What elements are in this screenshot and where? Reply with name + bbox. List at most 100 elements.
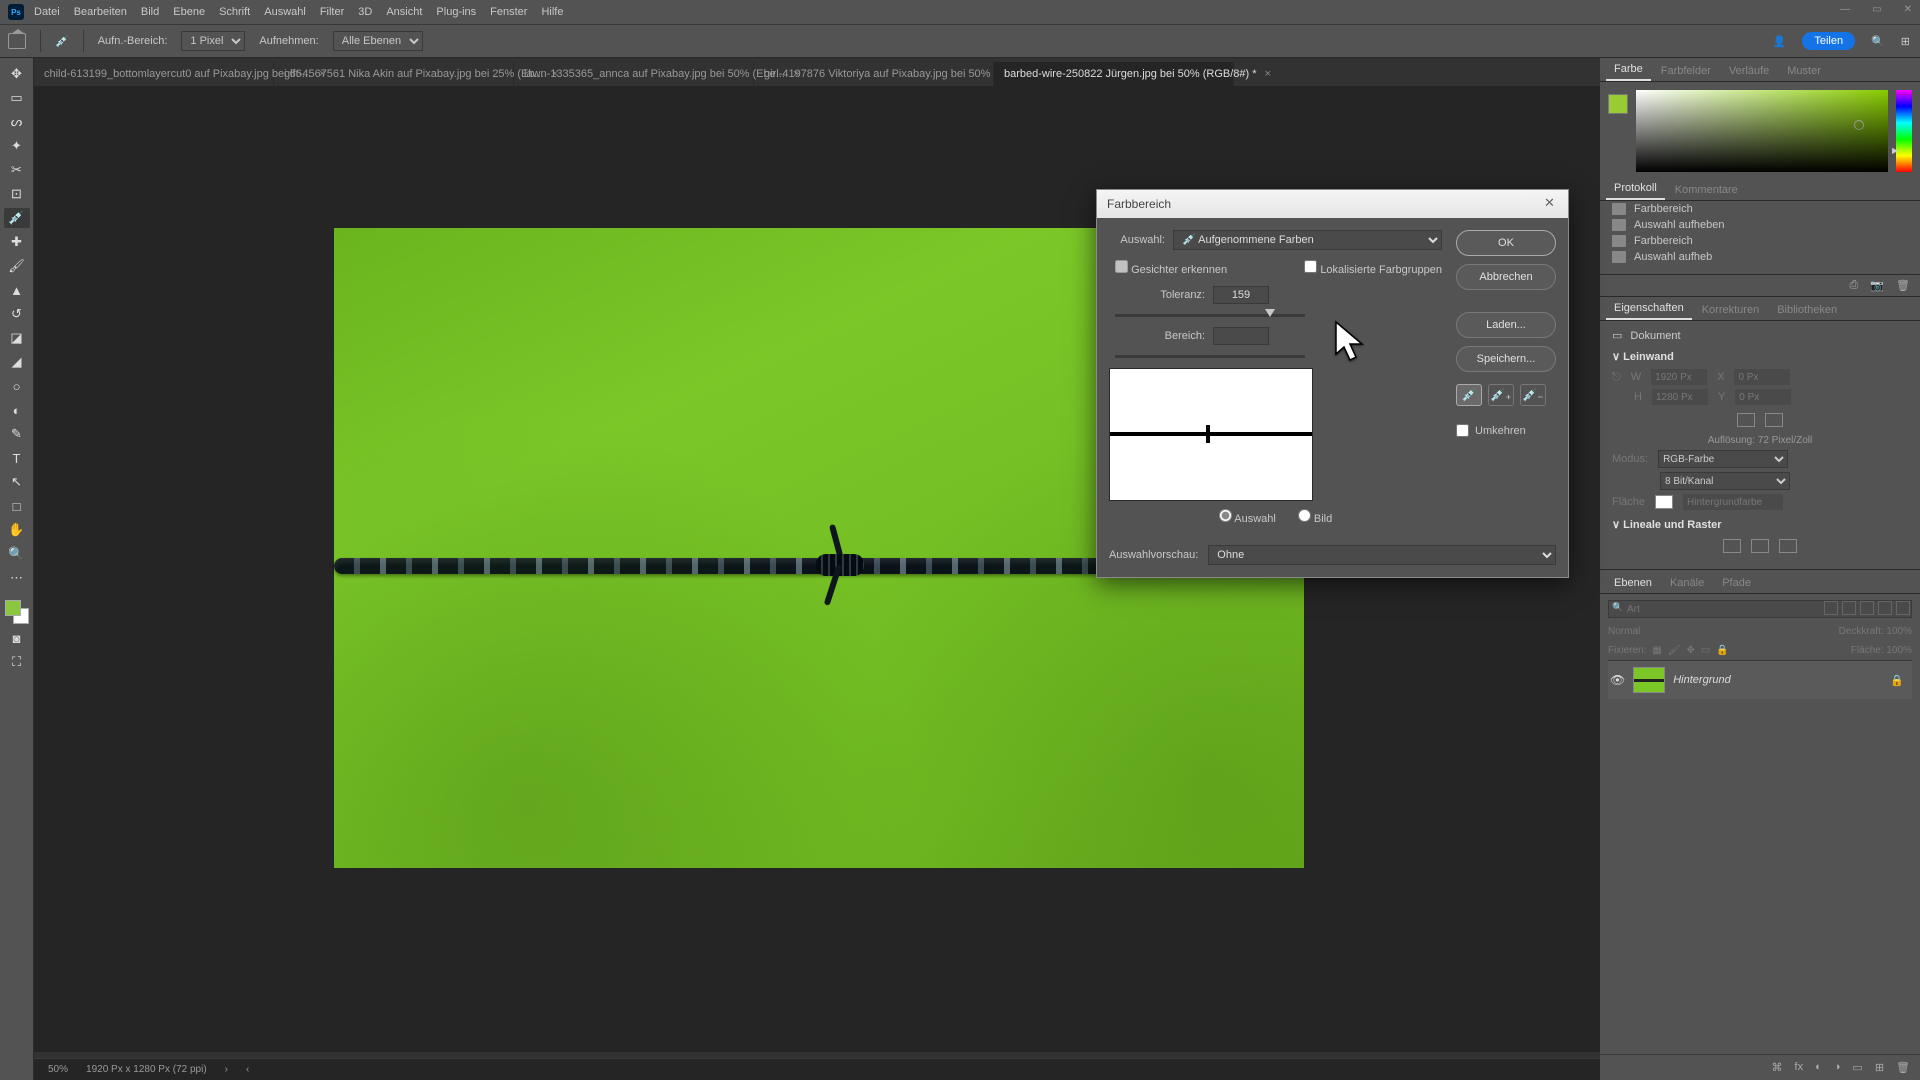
color-field[interactable] — [1636, 90, 1888, 172]
blur-tool[interactable]: ○ — [4, 376, 30, 396]
tab-comments[interactable]: Kommentare — [1667, 180, 1746, 200]
link-icon[interactable]: ⎋ — [1612, 371, 1621, 384]
folder-icon[interactable]: ▭ — [1852, 1061, 1862, 1074]
home-icon[interactable] — [8, 33, 26, 49]
history-item[interactable]: Auswahl aufheb — [1600, 249, 1920, 265]
window-minimize-icon[interactable]: — — [1840, 4, 1850, 15]
edit-toolbar[interactable]: ⋯ — [4, 568, 30, 588]
tolerance-input[interactable] — [1213, 286, 1269, 304]
section-rulers[interactable]: ∨ Lineale und Raster — [1612, 518, 1908, 531]
close-icon[interactable]: ✕ — [1544, 195, 1560, 211]
dialog-titlebar[interactable]: Farbbereich ✕ — [1097, 190, 1568, 218]
window-close-icon[interactable]: ✕ — [1904, 4, 1912, 15]
select-method-dropdown[interactable]: 💉 Aufgenommene Farben — [1173, 230, 1442, 250]
text-tool[interactable]: T — [4, 448, 30, 468]
blend-mode[interactable]: Normal — [1608, 626, 1640, 637]
new-layer-icon[interactable]: ⊞ — [1875, 1061, 1884, 1074]
history-item[interactable]: Farbbereich — [1600, 201, 1920, 217]
screen-mode-tool[interactable]: ⛶ — [4, 652, 30, 672]
tab-paths[interactable]: Pfade — [1714, 573, 1759, 593]
workspace-icon[interactable]: ⊞ — [1901, 35, 1910, 48]
tab-swatches[interactable]: Farbfelder — [1653, 61, 1719, 81]
document-tab[interactable]: lawn-1335365_annca auf Pixabay.jpg bei 5… — [514, 62, 754, 86]
fill-value[interactable]: 100% — [1886, 645, 1912, 656]
eraser-tool[interactable]: ◪ — [4, 328, 30, 348]
fx-icon[interactable]: fx — [1795, 1061, 1804, 1074]
layer-thumbnail[interactable] — [1633, 667, 1665, 693]
width-input[interactable] — [1651, 369, 1707, 385]
tab-patterns[interactable]: Muster — [1779, 61, 1829, 81]
eyedropper-add-icon[interactable]: 💉₊ — [1488, 384, 1514, 406]
eyedropper-icon[interactable]: 💉 — [1456, 384, 1482, 406]
close-icon[interactable]: × — [1265, 68, 1271, 80]
layer-name[interactable]: Hintergrund — [1673, 674, 1730, 686]
path-select-tool[interactable]: ↖ — [4, 472, 30, 492]
mode-select[interactable]: RGB-Farbe — [1658, 450, 1788, 468]
filter-icon[interactable] — [1896, 601, 1910, 615]
menu-item[interactable]: 3D — [358, 6, 372, 18]
landscape-icon[interactable] — [1765, 413, 1783, 427]
fill-input[interactable] — [1683, 494, 1783, 510]
link-layers-icon[interactable]: ⌘ — [1772, 1061, 1783, 1074]
visibility-icon[interactable]: 👁 — [1610, 673, 1625, 687]
height-input[interactable] — [1652, 389, 1708, 405]
menu-item[interactable]: Bild — [141, 6, 159, 18]
load-button[interactable]: Laden... — [1456, 312, 1556, 338]
hue-slider[interactable] — [1896, 90, 1912, 172]
x-input[interactable] — [1734, 369, 1790, 385]
color-swatches[interactable] — [5, 600, 29, 624]
menu-item[interactable]: Plug-ins — [436, 6, 476, 18]
preview-image-radio[interactable]: Bild — [1298, 509, 1332, 525]
history-brush-tool[interactable]: ↺ — [4, 304, 30, 324]
portrait-icon[interactable] — [1737, 413, 1755, 427]
crop-tool[interactable]: ✂ — [4, 160, 30, 180]
tab-adjustments[interactable]: Korrekturen — [1694, 300, 1767, 320]
menu-item[interactable]: Fenster — [490, 6, 527, 18]
opacity-value[interactable]: 100% — [1886, 626, 1912, 637]
move-tool[interactable]: ✥ — [4, 64, 30, 84]
menu-item[interactable]: Datei — [34, 6, 60, 18]
rectangle-tool[interactable]: □ — [4, 496, 30, 516]
brush-tool[interactable]: 🖌 — [4, 256, 30, 276]
lock-icon[interactable]: 🔒 — [1890, 674, 1904, 687]
search-icon[interactable]: 🔍 — [1871, 35, 1885, 48]
current-color-swatch[interactable] — [1608, 94, 1628, 114]
menu-item[interactable]: Hilfe — [541, 6, 563, 18]
tab-color[interactable]: Farbe — [1606, 59, 1651, 81]
ruler-icon[interactable] — [1723, 539, 1741, 553]
document-tab[interactable]: barbed-wire-250822 Jürgen.jpg bei 50% (R… — [994, 62, 1234, 86]
eyedropper-subtract-icon[interactable]: 💉₋ — [1520, 384, 1546, 406]
filter-icon[interactable] — [1878, 601, 1892, 615]
history-item[interactable]: Farbbereich — [1600, 233, 1920, 249]
menu-item[interactable]: Filter — [320, 6, 344, 18]
invert-checkbox[interactable]: Umkehren — [1456, 424, 1556, 437]
grid-icon[interactable] — [1751, 539, 1769, 553]
snapshot-icon[interactable]: ⎙ — [1850, 279, 1859, 292]
tab-libraries[interactable]: Bibliotheken — [1769, 300, 1845, 320]
trash-icon[interactable]: 🗑 — [1896, 1061, 1910, 1074]
document-tab[interactable]: girl-4197876 Viktoriya auf Pixabay.jpg b… — [754, 62, 994, 86]
lock-transparent-icon[interactable]: ▦ — [1652, 645, 1661, 656]
ok-button[interactable]: OK — [1456, 230, 1556, 256]
share-button[interactable]: Teilen — [1802, 32, 1855, 50]
stamp-tool[interactable]: ▲ — [4, 280, 30, 300]
localized-colors-checkbox[interactable] — [1304, 260, 1317, 273]
quick-mask-tool[interactable]: ◙ — [4, 628, 30, 648]
frame-tool[interactable]: ⊡ — [4, 184, 30, 204]
hand-tool[interactable]: ✋ — [4, 520, 30, 540]
chevron-left-icon[interactable]: ‹ — [246, 1064, 249, 1075]
history-item[interactable]: Auswahl aufheben — [1600, 217, 1920, 233]
tab-history[interactable]: Protokoll — [1606, 178, 1665, 200]
guides-icon[interactable] — [1779, 539, 1797, 553]
heal-tool[interactable]: ✚ — [4, 232, 30, 252]
marquee-tool[interactable]: ▭ — [4, 88, 30, 108]
adjustment-icon[interactable]: ◑ — [1834, 1061, 1841, 1074]
tab-properties[interactable]: Eigenschaften — [1606, 298, 1692, 320]
lock-artboard-icon[interactable]: ▭ — [1701, 645, 1710, 656]
mask-icon[interactable]: ◐ — [1815, 1061, 1822, 1074]
lock-all-icon[interactable]: 🔒 — [1716, 645, 1728, 656]
y-input[interactable] — [1735, 389, 1791, 405]
save-button[interactable]: Speichern... — [1456, 346, 1556, 372]
filter-icon[interactable] — [1860, 601, 1874, 615]
zoom-tool[interactable]: 🔍 — [4, 544, 30, 564]
